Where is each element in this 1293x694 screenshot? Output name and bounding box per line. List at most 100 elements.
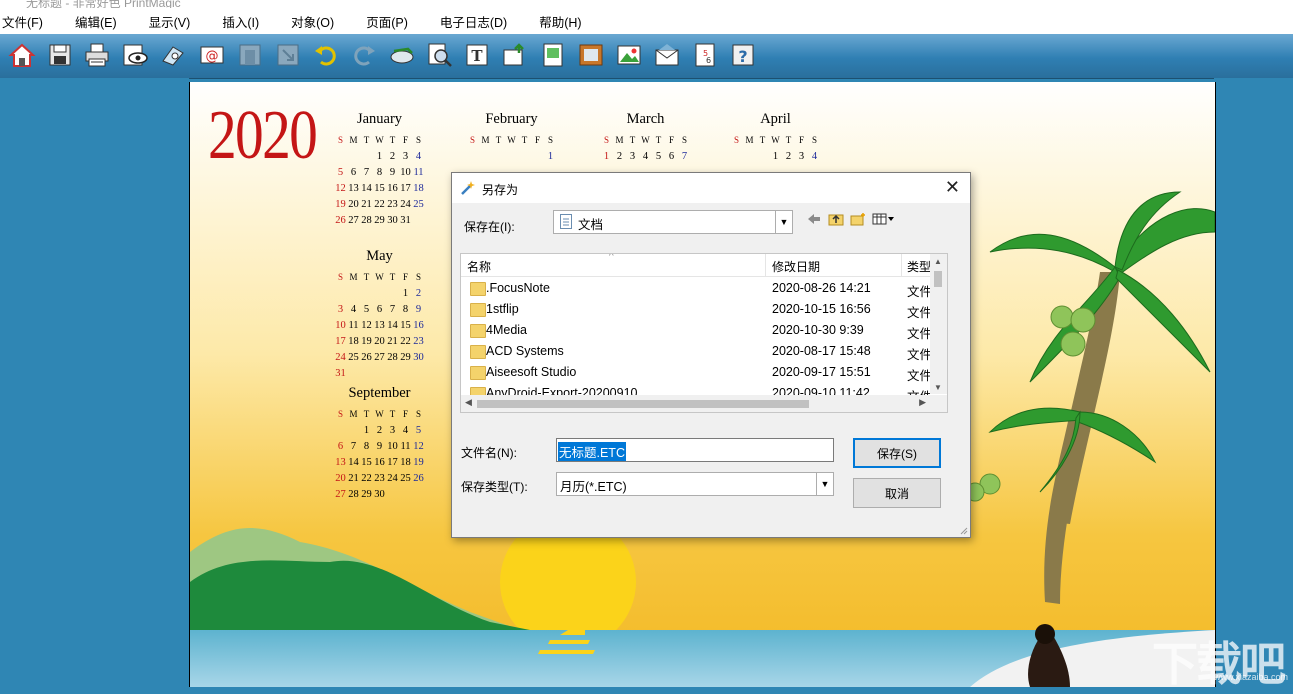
print-icon[interactable]: [82, 40, 112, 70]
help-icon[interactable]: ?: [728, 40, 758, 70]
weekday-header: W: [375, 135, 384, 145]
file-list[interactable]: 名称 ^ 修改日期 类型 .FocusNote 2020-08-26 14:21 文…: [460, 253, 948, 413]
filename-input[interactable]: 无标题.ETC: [556, 438, 834, 462]
weekday-header-row: SMTWTFS: [730, 132, 821, 148]
day-cell: 5: [655, 150, 662, 162]
column-modified[interactable]: 修改日期: [772, 258, 820, 275]
day-cell: 3: [389, 424, 396, 436]
file-row[interactable]: ACD Systems 2020-08-17 15:48 文件: [461, 341, 939, 362]
day-cell: 15: [374, 182, 385, 194]
weekday-header: W: [507, 135, 516, 145]
chevron-down-icon[interactable]: ▼: [816, 473, 833, 495]
email-icon[interactable]: @: [197, 40, 227, 70]
document-icon: [560, 214, 572, 232]
file-row[interactable]: 4Media 2020-10-30 9:39 文件: [461, 320, 939, 341]
month-grid: S M T W T F S 1 2 3 4 5 6 7 8 9 10 11 12 13 14 15 16 17 18 19 20 21…: [334, 406, 425, 502]
day-cell: 16: [413, 319, 424, 331]
day-cell: [399, 486, 412, 502]
day-cell: 8: [402, 303, 409, 315]
grid-icon[interactable]: [235, 40, 265, 70]
month-grid: SMTWTFS1234567: [600, 132, 691, 164]
day-cell: 21: [361, 198, 372, 210]
vertical-scrollbar[interactable]: ▲ ▼: [930, 254, 947, 394]
file-name: 4Media: [486, 323, 527, 337]
send-icon[interactable]: [158, 40, 188, 70]
weekday-header: W: [375, 272, 384, 282]
week-row: 27 28 29 30: [334, 486, 425, 502]
filetype-value: 月历(*.ETC): [560, 480, 627, 494]
redo-icon[interactable]: [349, 40, 379, 70]
scroll-up-icon[interactable]: ▲: [934, 257, 942, 266]
day-cell: 5: [363, 303, 370, 315]
text-icon[interactable]: T: [462, 40, 492, 70]
column-type[interactable]: 类型: [907, 258, 931, 275]
preview-icon[interactable]: [120, 40, 150, 70]
menu-insert[interactable]: 插入(I): [220, 12, 259, 31]
menu-ejournal[interactable]: 电子日志(D): [438, 12, 507, 31]
file-row[interactable]: .FocusNote 2020-08-26 14:21 文件: [461, 278, 939, 299]
day-cell: 4: [415, 150, 422, 162]
day-cell: 29: [374, 214, 385, 226]
menu-edit[interactable]: 编辑(E): [73, 12, 117, 31]
day-cell: 3: [629, 150, 636, 162]
column-divider: [765, 254, 766, 276]
day-cell: 10: [387, 440, 398, 452]
svg-text:?: ?: [738, 47, 747, 66]
save-icon[interactable]: [45, 40, 75, 70]
day-cell: 28: [361, 214, 372, 226]
undo-icon[interactable]: [311, 40, 341, 70]
up-folder-icon[interactable]: [828, 212, 844, 226]
scroll-down-icon[interactable]: ▼: [934, 383, 942, 392]
file-row[interactable]: Aiseesoft Studio 2020-09-17 15:51 文件: [461, 362, 939, 383]
month-name: April: [760, 111, 791, 127]
file-row[interactable]: 1stflip 2020-10-15 16:56 文件: [461, 299, 939, 320]
picture-icon[interactable]: [538, 40, 568, 70]
mail-icon[interactable]: [652, 40, 682, 70]
menu-bar: 文件(F) 编辑(E) 显示(V) 插入(I) 对象(O) 页面(P) 电子日志…: [0, 8, 1293, 34]
window-title: 无标题 - 非常好色 PrintMagic: [26, 0, 181, 8]
save-button[interactable]: 保存(S): [853, 438, 941, 468]
month-february: February SMTWTFS1: [466, 111, 557, 164]
file-modified: 2020-09-17 15:51: [772, 365, 871, 379]
filetype-select[interactable]: 月历(*.ETC) ▼: [556, 472, 834, 496]
menu-file[interactable]: 文件(F): [0, 12, 43, 31]
menu-help[interactable]: 帮助(H): [537, 12, 581, 31]
resize-grip-icon[interactable]: [958, 525, 968, 535]
toolbar: @ T 56 ?: [0, 34, 1293, 79]
workspace-right: [1214, 78, 1293, 687]
week-row: 6 7 8 9 10 11 12: [334, 438, 425, 454]
cancel-button[interactable]: 取消: [853, 478, 941, 508]
day-cell: [531, 148, 544, 164]
weekday-header: M: [745, 135, 754, 145]
chevron-down-icon[interactable]: ▼: [775, 211, 792, 233]
horizontal-scrollbar[interactable]: ◀ ▶: [461, 395, 947, 412]
scroll-right-icon[interactable]: ▶: [919, 397, 926, 408]
day-cell: 29: [361, 488, 372, 500]
weekday-header: F: [402, 409, 408, 419]
zoom-icon[interactable]: [425, 40, 455, 70]
image-up-icon[interactable]: [500, 40, 530, 70]
view-menu-icon[interactable]: [872, 212, 896, 226]
frame-icon[interactable]: [576, 40, 606, 70]
photo-icon[interactable]: [614, 40, 644, 70]
refresh-icon[interactable]: [387, 40, 417, 70]
folder-icon: [470, 282, 486, 296]
scroll-thumb[interactable]: [477, 400, 809, 408]
weekday-header: S: [733, 135, 739, 145]
calendar-icon[interactable]: 56: [690, 40, 720, 70]
scroll-thumb[interactable]: [934, 271, 942, 287]
home-icon[interactable]: [7, 40, 37, 70]
new-folder-icon[interactable]: [850, 212, 866, 226]
weekday-header: T: [363, 409, 370, 419]
resize-icon[interactable]: [273, 40, 303, 70]
scroll-left-icon[interactable]: ◀: [465, 397, 472, 408]
day-cell: 23: [374, 472, 385, 484]
month-may: May S M T W T F S 1 2 3 4 5 6 7 8 9 10 11 12 13 14 15 16 17 18 19…: [334, 248, 425, 381]
back-icon[interactable]: [806, 212, 822, 226]
close-icon[interactable]: ✕: [945, 177, 960, 198]
menu-object[interactable]: 对象(O): [289, 12, 334, 31]
menu-view[interactable]: 显示(V): [147, 12, 191, 31]
column-name[interactable]: 名称: [467, 258, 491, 275]
save-in-combo[interactable]: 文档 ▼: [553, 210, 793, 234]
menu-page[interactable]: 页面(P): [364, 12, 408, 31]
